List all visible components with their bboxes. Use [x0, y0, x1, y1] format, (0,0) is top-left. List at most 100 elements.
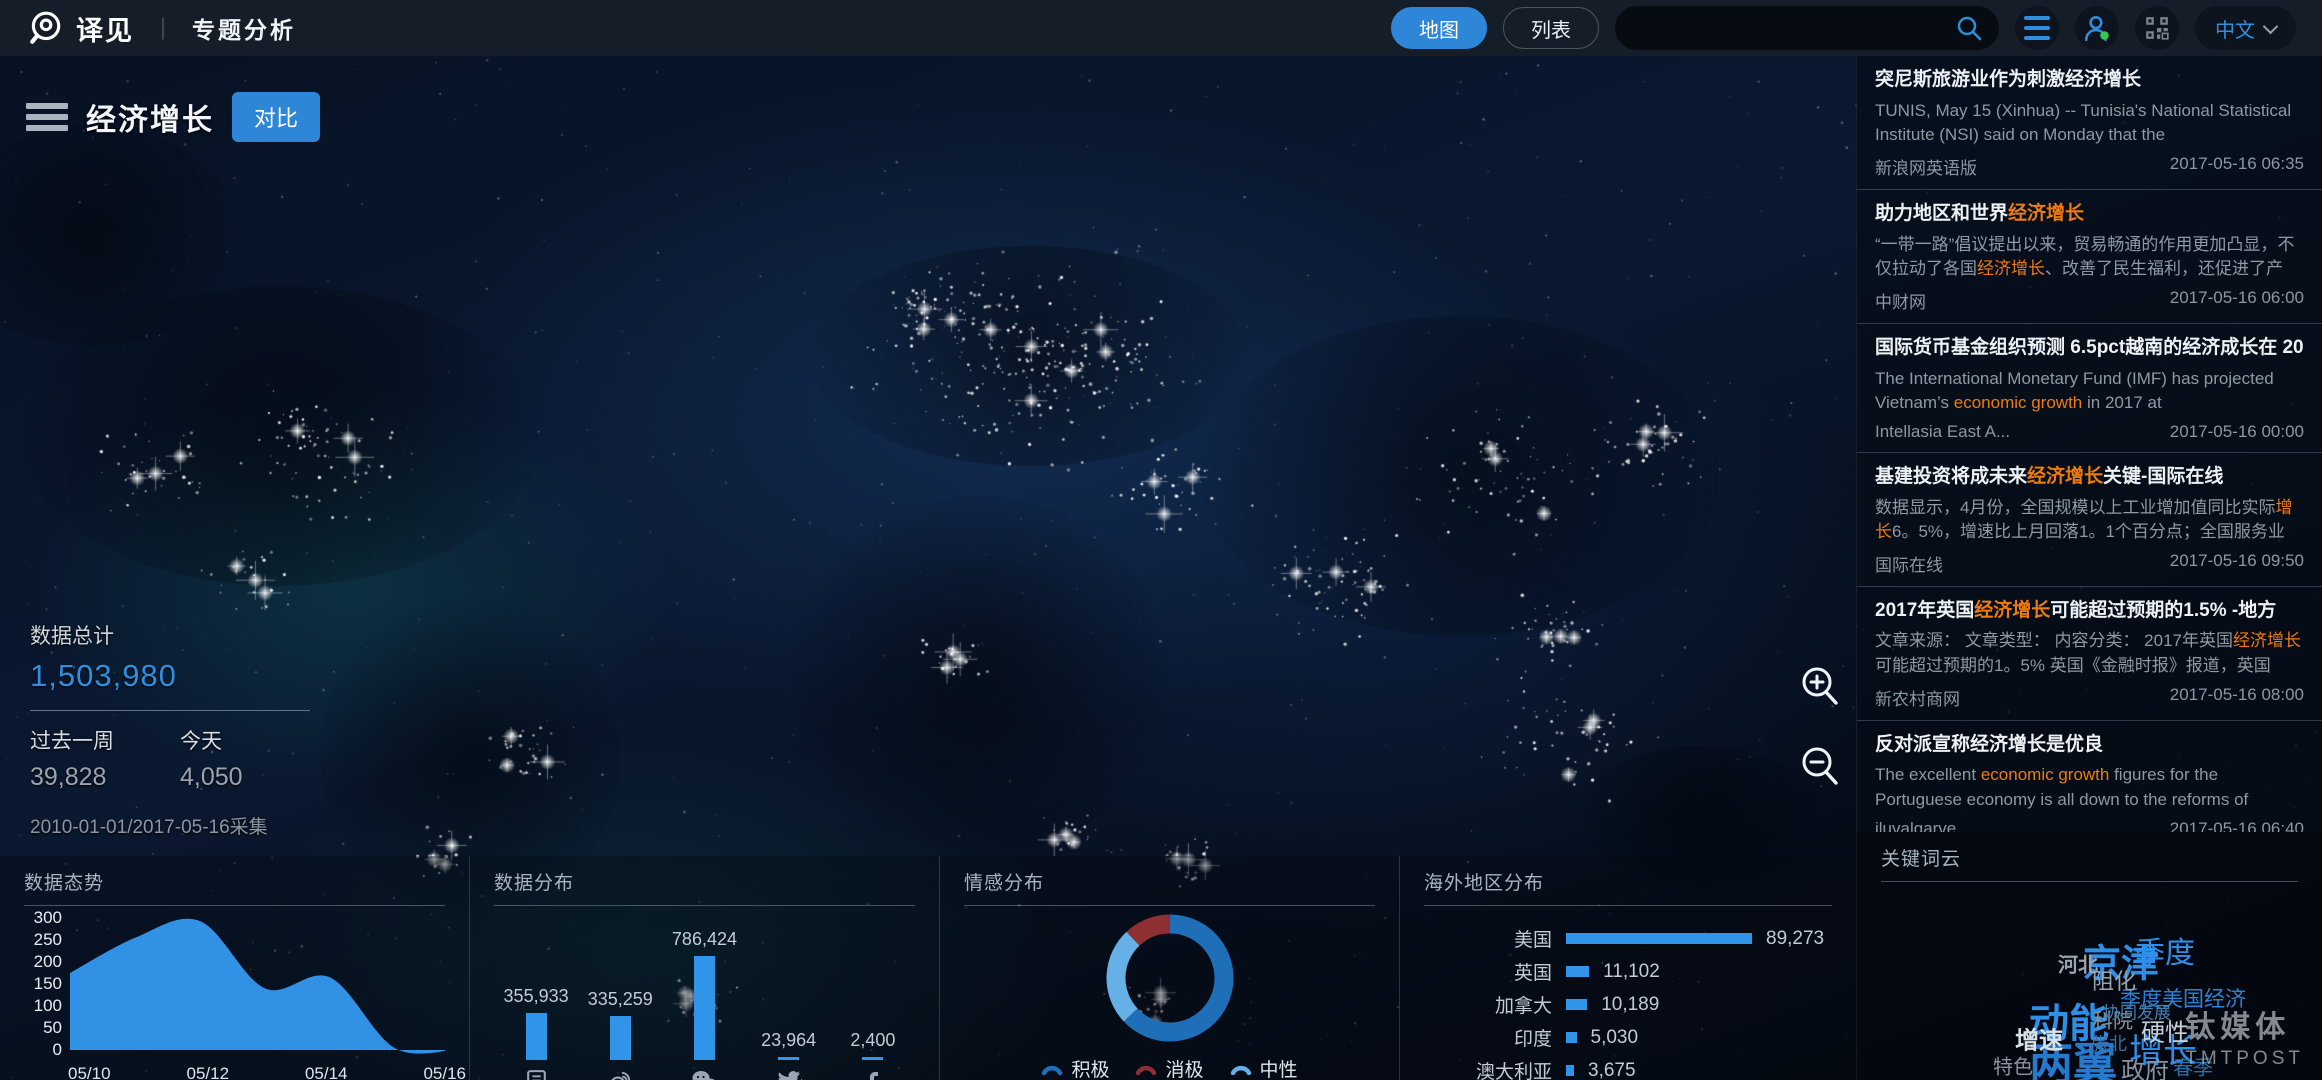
panel-data-distribution: 数据分布 355,933335,259786,42423,9642,400 — [470, 856, 940, 1080]
news-item[interactable]: 2017年英国经济增长可能超过预期的1.5% -地方文章来源： 文章类型： 内容… — [1857, 587, 2322, 721]
news-snippet: TUNIS, May 15 (Xinhua) -- Tunisia's Nati… — [1875, 99, 2304, 147]
region-label: 美国 — [1424, 925, 1552, 952]
facebook-icon — [831, 1068, 915, 1080]
bar-value: 2,400 — [850, 1030, 895, 1051]
news-item[interactable]: 助力地区和世界经济增长“一带一路”倡议提出以来，贸易畅通的作用更加凸显，不仅拉动… — [1857, 190, 2322, 324]
stats-range-caption: 2010-01-01/2017-05-16采集 — [30, 812, 330, 839]
wechat-icon — [662, 1068, 746, 1080]
menu-icon[interactable] — [2015, 6, 2059, 50]
panel-title-sentiment: 情感分布 — [964, 868, 1375, 895]
news-item[interactable]: 国际货币基金组织预测 6.5pct越南的经济成长在 2017The Intern… — [1857, 324, 2322, 453]
news-timestamp: 2017-05-16 06:40 — [2170, 819, 2304, 832]
topic-title: 经济增长 — [86, 95, 214, 139]
news-source: 国际在线 — [1875, 551, 1943, 576]
news-title: 反对派宣称经济增长是优良 — [1875, 733, 2304, 758]
panel-sentiment: 情感分布 积极消极中性 — [940, 856, 1400, 1080]
news-item[interactable]: 反对派宣称经济增长是优良 The excellent economic growt… — [1857, 721, 2322, 832]
region-row: 加拿大 10,189 — [1424, 988, 1832, 1021]
regions-hbar-chart: 美国 89,273 英国 11,102 加拿大 10,189 印度 5,030 澳大利亚3,67… — [1424, 922, 1832, 1080]
news-item[interactable]: 基建投资将成未来经济增长关键-国际在线数据显示，4月份，全国规模以上工业增加值同… — [1857, 453, 2322, 587]
dashboard-root: 译见 ｜ 专题分析 地图 列表 — [0, 0, 2322, 1080]
news-icon — [494, 1068, 578, 1080]
stats-today-value: 4,050 — [180, 763, 330, 792]
stats-week-value: 39,828 — [30, 763, 180, 792]
brand-name: 译见 — [76, 9, 134, 48]
region-label: 印度 — [1424, 1024, 1552, 1051]
language-selector[interactable]: 中文 — [2195, 6, 2296, 50]
news-title: 基建投资将成未来经济增长关键-国际在线 — [1875, 465, 2304, 490]
bottom-panels: 数据态势 30025020015010050005/1005/1205/1405… — [0, 856, 1856, 1080]
news-source: iluvalgarve — [1875, 819, 1956, 832]
panel-regions: 海外地区分布 美国89,273英国11,102加拿大10,189印度5,030澳… — [1400, 856, 1856, 1080]
sentiment-legend: 积极消极中性 — [1041, 1055, 1297, 1080]
news-title: 2017年英国经济增长可能超过预期的1.5% -地方 — [1875, 599, 2304, 624]
panel-title-trend: 数据态势 — [24, 868, 445, 895]
keyword[interactable]: 协同发展 — [2103, 999, 2171, 1024]
news-feed[interactable]: 突尼斯旅游业作为刺激经济增长TUNIS, May 15 (Xinhua) -- … — [1856, 56, 2322, 832]
legend-item: 消极 — [1135, 1055, 1203, 1080]
top-bar: 译见 ｜ 专题分析 地图 列表 — [0, 0, 2322, 56]
zoom-out-icon[interactable] — [1794, 740, 1844, 796]
compare-button[interactable]: 对比 — [232, 92, 320, 142]
region-label: 澳大利亚 — [1424, 1057, 1552, 1080]
language-label: 中文 — [2215, 14, 2255, 43]
search-icon[interactable] — [1955, 14, 1983, 42]
region-bar — [1566, 1032, 1577, 1043]
qr-code-icon[interactable] — [2135, 6, 2179, 50]
trend-svg: 300250200150100500 — [24, 910, 445, 1062]
legend-arc-icon — [1135, 1063, 1157, 1075]
region-value: 89,273 — [1766, 928, 1824, 950]
sidebar-toggle-icon[interactable] — [26, 98, 68, 136]
svg-text:250: 250 — [34, 930, 62, 949]
zoom-in-icon[interactable] — [1794, 660, 1844, 716]
donut-svg — [1095, 906, 1245, 1051]
keyword[interactable]: 特色 — [1993, 1051, 2033, 1080]
weibo-icon — [578, 1068, 662, 1080]
map-view-button[interactable]: 地图 — [1391, 7, 1487, 49]
brand: 译见 ｜ 专题分析 — [26, 9, 296, 48]
distribution-bar: 23,964 — [747, 1030, 831, 1060]
distribution-bar: 786,424 — [662, 929, 746, 1060]
svg-text:0: 0 — [53, 1040, 62, 1059]
svg-text:300: 300 — [34, 910, 62, 927]
svg-text:50: 50 — [43, 1018, 62, 1037]
keyword[interactable]: 张北 — [2091, 1030, 2127, 1056]
search-input[interactable] — [1631, 18, 1955, 39]
news-source: 中财网 — [1875, 288, 1926, 313]
panel-title-keywords: 关键词云 — [1881, 844, 2298, 871]
logo-icon — [26, 9, 64, 47]
bar-value: 23,964 — [761, 1030, 816, 1051]
keyword[interactable]: 政府 — [2121, 1051, 2169, 1080]
region-label: 英国 — [1424, 958, 1552, 985]
watermark-cn: 钛媒体 — [2185, 1002, 2304, 1046]
region-row: 印度 5,030 — [1424, 1021, 1832, 1054]
region-value: 5,030 — [1591, 1027, 1639, 1049]
search-box[interactable] — [1615, 6, 1999, 50]
distribution-bar: 335,259 — [578, 989, 662, 1060]
region-bar — [1566, 999, 1587, 1010]
region-label: 加拿大 — [1424, 991, 1552, 1018]
region-row: 澳大利亚3,675 — [1424, 1054, 1832, 1080]
region-row: 美国 89,273 — [1424, 922, 1832, 955]
news-snippet: The International Monetary Fund (IMF) ha… — [1875, 367, 2304, 415]
news-snippet: The excellent economic growth figures fo… — [1875, 763, 2304, 811]
legend-arc-icon — [1041, 1063, 1063, 1075]
legend-item: 积极 — [1041, 1055, 1109, 1080]
news-list: 突尼斯旅游业作为刺激经济增长TUNIS, May 15 (Xinhua) -- … — [1857, 56, 2322, 832]
region-value: 11,102 — [1603, 961, 1660, 983]
donut-segment — [1133, 924, 1170, 939]
list-view-button[interactable]: 列表 — [1503, 7, 1599, 49]
svg-text:100: 100 — [34, 996, 62, 1015]
chevron-down-icon — [2263, 18, 2279, 34]
keyword[interactable]: 河北 — [2058, 949, 2098, 978]
region-value: 10,189 — [1601, 994, 1659, 1016]
user-icon[interactable] — [2075, 6, 2119, 50]
news-source: Intellasia East A... — [1875, 422, 2010, 442]
news-source: 新浪网英语版 — [1875, 154, 1977, 179]
keyword[interactable]: 阻化 — [2092, 964, 2136, 996]
keyword[interactable]: 季度 — [2135, 928, 2195, 972]
keyword-cloud-panel: 关键词云 两翼动能京津增长季度增速硬性政府季度美国经济阻化河北科院协同发展张北春… — [1856, 832, 2322, 1080]
stats-total-value: 1,503,980 — [30, 658, 330, 694]
news-timestamp: 2017-05-16 06:35 — [2170, 154, 2304, 179]
news-item[interactable]: 突尼斯旅游业作为刺激经济增长TUNIS, May 15 (Xinhua) -- … — [1857, 56, 2322, 190]
